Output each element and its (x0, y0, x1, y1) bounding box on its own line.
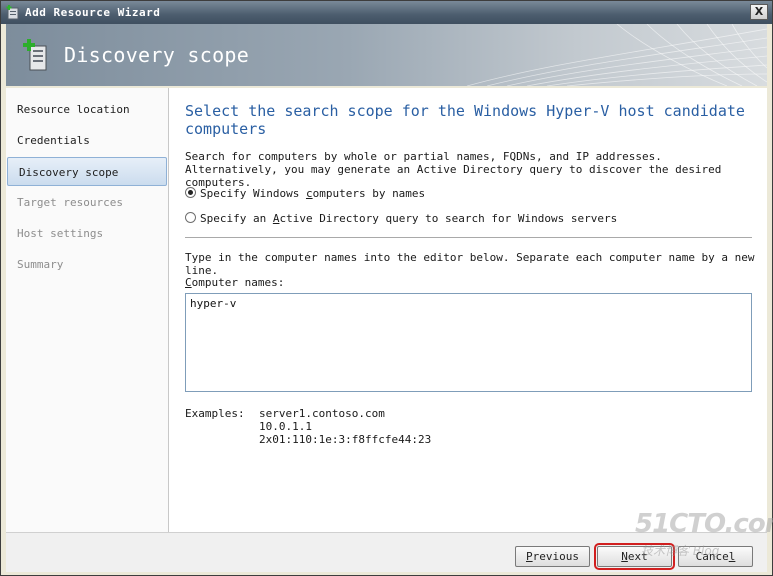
computer-names-label: Computer names: (185, 276, 285, 289)
computer-names-input[interactable] (185, 293, 752, 392)
radio-specify-by-names[interactable]: Specify Windows computers by names (185, 187, 425, 201)
page-title: Discovery scope (64, 43, 250, 67)
main-panel: Select the search scope for the Windows … (169, 88, 767, 532)
radio-active-directory-query[interactable]: Specify an Active Directory query to sea… (185, 212, 617, 226)
app-icon (6, 5, 19, 20)
server-add-icon (23, 39, 47, 71)
examples-list: server1.contoso.com 10.0.1.1 2x01:110:1e… (259, 407, 431, 446)
wizard-window: Add Resource Wizard X Discovery scope Re… (0, 0, 773, 576)
example-fqdn: server1.contoso.com (259, 407, 385, 420)
watermark-subtitle: 技术博客 Blog (641, 544, 720, 558)
examples-label: Examples: (185, 407, 245, 420)
example-ipv4: 10.0.1.1 (259, 420, 312, 433)
header-wave-graphic (467, 24, 767, 86)
title-bar[interactable]: Add Resource Wizard X (1, 1, 772, 24)
watermark-logo: 51CTO.com (635, 509, 773, 539)
sidebar-item-credentials[interactable]: Credentials (6, 126, 167, 155)
sidebar-item-discovery-scope[interactable]: Discovery scope (7, 157, 167, 186)
previous-button[interactable]: Previous (515, 546, 590, 567)
wizard-steps-sidebar: Resource location Credentials Discovery … (6, 88, 169, 532)
radio-button-unchecked[interactable] (185, 212, 196, 223)
page-header: Discovery scope (6, 24, 767, 86)
section-heading: Select the search scope for the Windows … (185, 102, 745, 138)
divider (185, 237, 752, 238)
radio-button-checked[interactable] (185, 187, 196, 198)
sidebar-item-target-resources: Target resources (17, 196, 123, 209)
description-text: Search for computers by whole or partial… (185, 150, 722, 189)
instructions-text: Type in the computer names into the edit… (185, 251, 755, 277)
close-button[interactable]: X (750, 4, 768, 20)
example-ipv6: 2x01:110:1e:3:f8ffcfe44:23 (259, 433, 432, 446)
sidebar-item-summary: Summary (17, 258, 64, 271)
sidebar-item-host-settings: Host settings (17, 227, 104, 240)
window-title: Add Resource Wizard (25, 6, 161, 19)
sidebar-item-resource-location[interactable]: Resource location (6, 95, 167, 124)
